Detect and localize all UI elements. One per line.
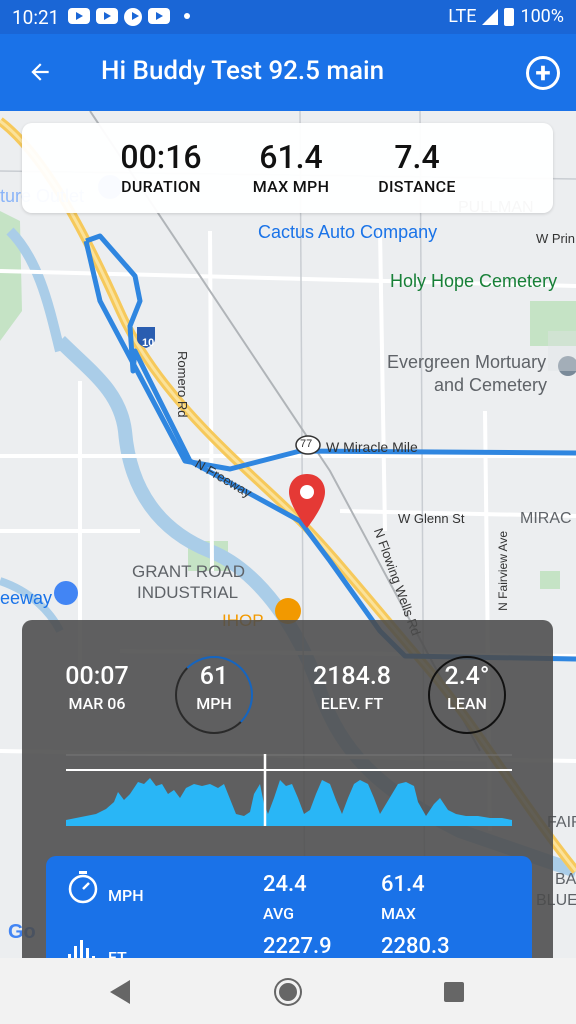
ride-summary-card: 00:16 DURATION 61.4 MAX MPH 7.4 DISTANCE (22, 123, 553, 213)
map-label-fairview-ave: N Fairview Ave (496, 531, 510, 611)
square-recents-icon (444, 982, 464, 1002)
arrow-left-icon (31, 63, 49, 81)
map-label-evergreen-2: and Cemetery (434, 375, 548, 395)
map-label-romero: Romero Rd (175, 351, 190, 418)
point-mph-value: 61 (199, 662, 229, 691)
point-elev-label: ELEV. FT (320, 694, 384, 713)
nav-home-button[interactable] (272, 976, 304, 1008)
elevation-max-value: 2280.3 (381, 934, 450, 958)
point-mph-label: MPH (196, 694, 232, 713)
point-lean-stat: 2.4° LEAN (428, 662, 506, 713)
point-date-value: MAR 06 (68, 694, 126, 713)
point-time-stat: 00:07 MAR 06 (52, 662, 142, 713)
map-label-cactus: Cactus Auto Company (258, 222, 438, 242)
map-label-w-prin: W Prin (536, 231, 575, 246)
speed-max-value: 61.4 (381, 872, 425, 897)
battery-icon (504, 7, 515, 26)
signal-icon (482, 8, 499, 25)
location-pin-icon[interactable] (287, 472, 327, 530)
map-label-grant-road-2: INDUSTRIAL (137, 583, 239, 602)
max-mph-stat: 61.4 MAX MPH (236, 139, 346, 196)
youtube-icon (148, 8, 170, 24)
map-label-glenn: W Glenn St (398, 511, 465, 526)
map-label-eeway: eeway (0, 588, 53, 608)
system-nav-bar (0, 958, 576, 1024)
speed-avg-label: AVG (263, 904, 295, 923)
ride-title: Hi Buddy Test 92.5 main (101, 56, 385, 86)
max-mph-value: 61.4 (259, 138, 323, 176)
stopwatch-icon (68, 871, 98, 904)
stats-detail-card: MPH 24.4 AVG 61.4 MAX FT 2227.9 2280.3 (46, 856, 532, 958)
point-lean-label: LEAN (447, 694, 487, 713)
map-label-miracle: W Miracle Mile (326, 439, 418, 455)
max-mph-label: MAX MPH (252, 177, 330, 196)
elevation-profile-chart[interactable] (66, 754, 512, 826)
add-button[interactable]: + (526, 56, 560, 90)
circle-home-icon (276, 980, 300, 1004)
map-label-grant-road-1: GRANT ROAD (132, 562, 246, 581)
map-label-mirac: MIRAC (520, 510, 572, 527)
point-elev-stat: 2184.8 ELEV. FT (292, 662, 412, 713)
nav-back-button[interactable] (104, 976, 136, 1008)
back-button[interactable] (22, 54, 58, 90)
nav-recents-button[interactable] (438, 976, 470, 1008)
ride-detail-panel[interactable]: 00:07 MAR 06 61 MPH 2184.8 ELEV. FT 2.4°… (22, 620, 553, 958)
speed-max-label: MAX (381, 904, 416, 923)
elevation-fill (66, 778, 512, 826)
distance-label: DISTANCE (378, 177, 456, 196)
point-mph-stat: 61 MPH (175, 662, 253, 713)
distance-value: 7.4 (394, 138, 440, 176)
speed-label: MPH (108, 886, 144, 905)
status-bar: 10:21 LTE 100% (0, 0, 576, 34)
triangle-back-icon (110, 980, 130, 1004)
i10-shield: 10 (142, 337, 155, 349)
elevation-bars-icon (68, 940, 95, 958)
elevation-label: FT (108, 948, 127, 958)
map-label-holy-hope: Holy Hope Cemetery (390, 271, 558, 291)
elevation-avg-value: 2227.9 (263, 934, 332, 958)
duration-stat: 00:16 DURATION (94, 139, 228, 196)
status-right: LTE 100% (448, 6, 564, 27)
point-time-value: 00:07 (65, 662, 129, 691)
battery-level: 100% (520, 6, 564, 27)
network-type: LTE (448, 6, 477, 27)
notification-icons (68, 8, 190, 26)
speed-avg-value: 24.4 (263, 872, 307, 897)
app-bar: Hi Buddy Test 92.5 main + (0, 34, 576, 111)
youtube-icon (68, 8, 90, 24)
point-elev-value: 2184.8 (313, 662, 391, 691)
duration-value: 00:16 (120, 138, 202, 176)
route-77-shield: 77 (300, 438, 313, 450)
plus-circle-icon: + (535, 56, 551, 89)
status-time: 10:21 (12, 6, 60, 29)
more-notifications-icon (184, 13, 190, 19)
map-label-ba: BA (555, 871, 576, 888)
duration-label: DURATION (121, 177, 201, 196)
map-label-evergreen-1: Evergreen Mortuary (387, 352, 547, 372)
app-notification-icon (124, 8, 142, 26)
distance-stat: 7.4 DISTANCE (368, 139, 466, 196)
youtube-icon (96, 8, 118, 24)
point-lean-value: 2.4° (444, 662, 490, 691)
